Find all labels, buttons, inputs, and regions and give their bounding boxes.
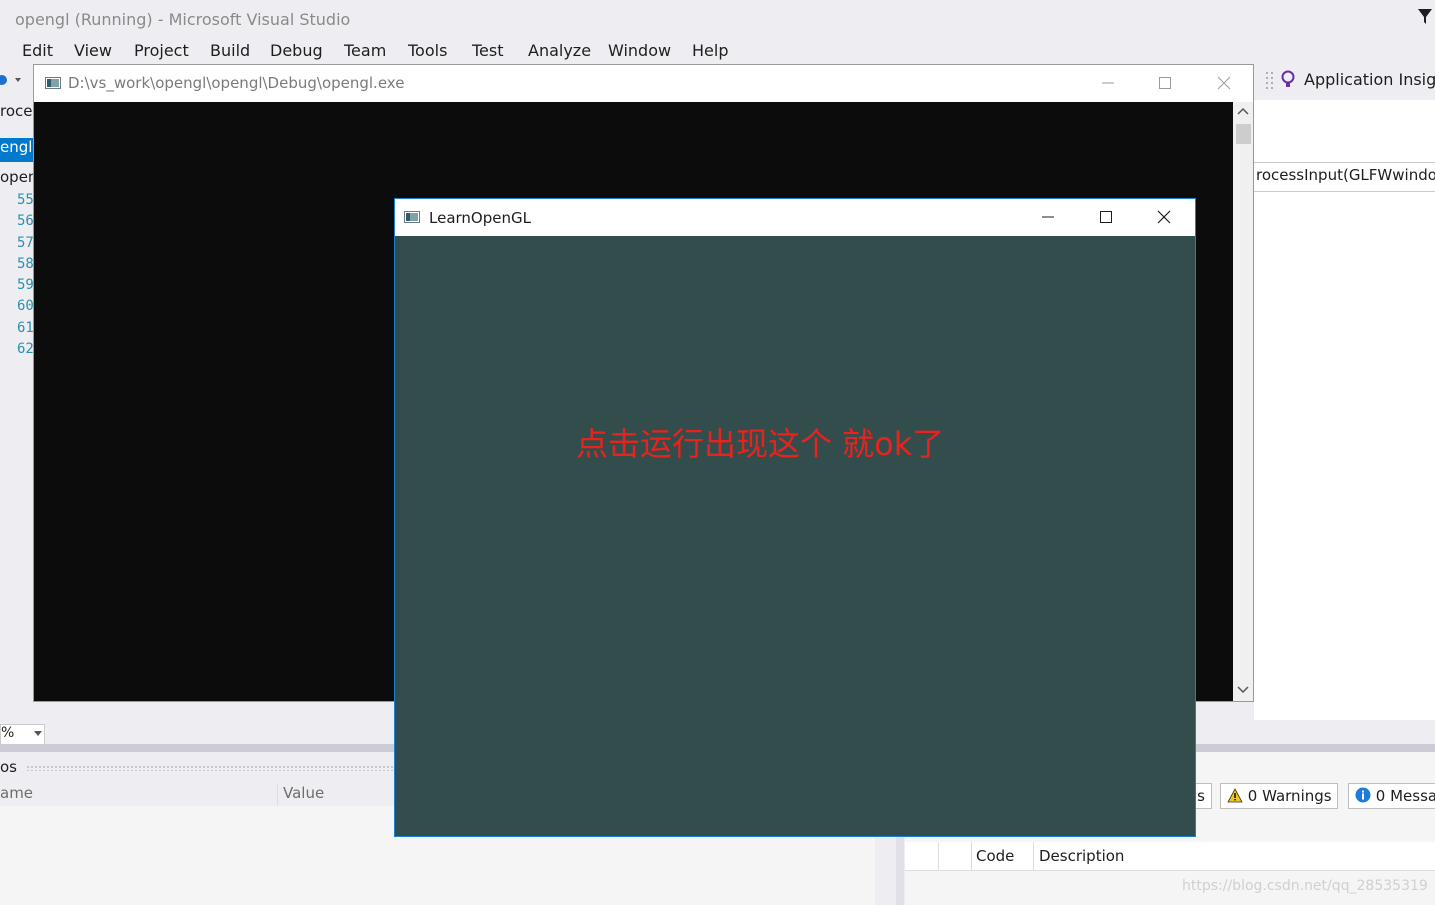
close-icon [1157,210,1171,224]
window-title: opengl (Running) - Microsoft Visual Stud… [15,10,351,29]
watermark: https://blog.csdn.net/qq_28535319 [1182,878,1428,894]
minimize-icon [1042,216,1054,218]
console-app-icon [45,77,61,89]
autos-pane-title: os [0,758,17,776]
column-header-description[interactable]: Description [1039,847,1124,865]
console-minimize-button[interactable] [1085,65,1131,101]
menu-help[interactable]: Help [692,41,728,60]
column-header-value[interactable]: Value [283,784,324,802]
console-title: D:\vs_work\opengl\opengl\Debug\opengl.ex… [68,74,405,92]
menu-edit[interactable]: Edit [22,41,53,60]
function-nav-label[interactable]: rocessInput(GLFWwindov [1256,166,1435,184]
column-divider[interactable] [277,784,278,806]
toolbar-grip-icon[interactable] [1264,70,1276,92]
learnopengl-window[interactable]: LearnOpenGL 点击运行出现这个 就ok了 [394,198,1196,837]
warning-icon [1227,788,1243,803]
console-maximize-button[interactable] [1142,65,1188,101]
gl-app-icon [404,211,420,223]
gl-window-title: LearnOpenGL [429,209,531,227]
nav-dropdown-left[interactable]: open [0,168,37,186]
gl-maximize-button[interactable] [1083,199,1129,235]
line-number: 55 [17,192,34,208]
messages-filter-button[interactable]: 0 Messa [1348,783,1435,809]
editor-left-strip [0,100,33,700]
scrollbar-thumb[interactable] [1236,124,1251,144]
console-close-button[interactable] [1201,65,1247,101]
line-number: 60 [17,298,34,314]
console-titlebar[interactable]: D:\vs_work\opengl\opengl\Debug\opengl.ex… [34,65,1253,102]
scroll-down-icon[interactable] [1237,685,1249,695]
gl-minimize-button[interactable] [1025,199,1071,235]
tab-label: engl.c [0,138,33,156]
line-number: 62 [17,341,34,357]
menu-tools[interactable]: Tools [408,41,447,60]
line-number: 61 [17,320,34,336]
gl-titlebar[interactable]: LearnOpenGL [395,199,1195,236]
lightbulb-icon[interactable] [1280,70,1296,90]
column-divider[interactable] [971,842,972,870]
scroll-up-icon[interactable] [1237,106,1249,116]
editor-right-area[interactable] [1254,100,1435,720]
menu-view[interactable]: View [74,41,112,60]
menu-window[interactable]: Window [608,41,671,60]
line-number: 57 [17,235,34,251]
menu-analyze[interactable]: Analyze [528,41,591,60]
menu-build[interactable]: Build [210,41,250,60]
annotation-text: 点击运行出现这个 就ok了 [576,425,945,463]
errors-filter-label: s [1197,787,1205,805]
minimize-icon [1102,82,1114,84]
messages-count: 0 Messa [1375,787,1435,805]
maximize-icon [1100,211,1112,223]
pane-divider[interactable] [896,836,904,905]
menu-debug[interactable]: Debug [270,41,323,60]
pane-drag-handle[interactable] [26,765,396,771]
warnings-count: 0 Warnings [1247,787,1332,805]
filter-icon[interactable] [1415,6,1435,26]
column-divider[interactable] [1033,842,1034,870]
autos-header [0,784,395,807]
maximize-icon [1159,77,1171,89]
application-insights-label[interactable]: Application Insigh [1304,70,1435,89]
warnings-filter-button[interactable]: 0 Warnings [1220,783,1338,809]
info-icon [1355,787,1371,803]
line-number: 59 [17,277,34,293]
nav-back-icon[interactable] [0,72,26,88]
tab-opengl-cpp[interactable]: engl.c [0,138,33,162]
menu-test[interactable]: Test [472,41,504,60]
line-number: 56 [17,213,34,229]
zoom-value: % [1,725,15,741]
menu-project[interactable]: Project [134,41,189,60]
zoom-dropdown[interactable]: % [0,724,45,745]
gl-close-button[interactable] [1141,199,1187,235]
line-number: 58 [17,256,34,272]
column-header-code[interactable]: Code [976,847,1014,865]
chevron-down-icon [34,731,42,736]
console-scrollbar[interactable] [1233,102,1253,701]
column-header-name[interactable]: ame [0,784,33,802]
menu-bar: Edit View Project Build Debug Team Tools… [0,40,1435,64]
menu-team[interactable]: Team [344,41,386,60]
close-icon [1217,76,1231,90]
column-divider[interactable] [938,842,939,870]
